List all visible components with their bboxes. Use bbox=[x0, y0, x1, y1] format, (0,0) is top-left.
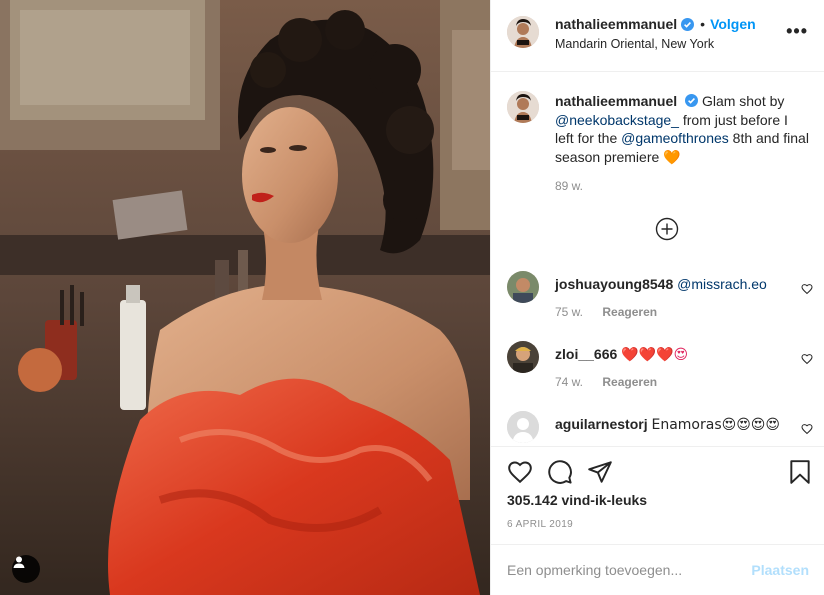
mention-link[interactable]: @missrach.eo bbox=[677, 276, 767, 292]
more-options-icon[interactable]: ••• bbox=[786, 22, 808, 40]
post-comment-button[interactable]: Plaatsen bbox=[751, 562, 809, 578]
location-link[interactable]: Mandarin Oriental, New York bbox=[555, 37, 714, 51]
add-comment-bar: Plaatsen bbox=[491, 544, 824, 595]
comments-list[interactable]: nathalieemmanuel Glam shot by @neekoback… bbox=[491, 73, 824, 446]
mention-link[interactable]: @gameofthrones bbox=[621, 130, 729, 146]
share-icon[interactable] bbox=[587, 459, 613, 485]
user-tag-icon bbox=[13, 556, 25, 568]
verified-badge-icon bbox=[685, 94, 699, 107]
avatar-image bbox=[507, 91, 539, 123]
orange-heart-emoji: 🧡 bbox=[663, 149, 681, 166]
default-avatar-icon bbox=[507, 411, 539, 443]
post-photo[interactable] bbox=[0, 0, 490, 595]
bookmark-icon[interactable] bbox=[787, 459, 813, 485]
heart-icon[interactable] bbox=[801, 423, 813, 435]
post-caption: nathalieemmanuel Glam shot by @neekoback… bbox=[555, 92, 809, 167]
post-date[interactable]: 6 APRIL 2019 bbox=[507, 519, 573, 530]
reply-button[interactable]: Reageren bbox=[602, 305, 657, 319]
comment-username[interactable]: zloi__666 bbox=[555, 346, 617, 362]
comment-body: ❤️❤️❤️😍 bbox=[621, 347, 689, 363]
avatar-image bbox=[507, 16, 539, 48]
comment-avatar[interactable] bbox=[507, 271, 539, 303]
comment-timestamp[interactable]: 75 w. bbox=[555, 305, 583, 319]
comment-input[interactable] bbox=[507, 559, 737, 581]
mention-link[interactable]: @neekobackstage_ bbox=[555, 112, 679, 128]
header-title-line: nathalieemmanuel • Volgen bbox=[555, 16, 756, 32]
avatar-image bbox=[507, 341, 539, 373]
comment-body: Enamoras😍😍😍😍 bbox=[651, 417, 780, 433]
avatar[interactable] bbox=[507, 16, 539, 48]
separator-dot: • bbox=[700, 16, 706, 32]
likes-count[interactable]: 305.142 vind-ik-leuks bbox=[507, 492, 647, 508]
caption-avatar[interactable] bbox=[507, 91, 539, 123]
heart-icon[interactable] bbox=[507, 459, 533, 485]
comment-timestamp[interactable]: 74 w. bbox=[555, 375, 583, 389]
comment-meta: 74 w. Reageren bbox=[555, 375, 657, 389]
comment-text: joshuayoung8548 @missrach.eo bbox=[555, 275, 795, 293]
comment-username[interactable]: aguilarnestorj bbox=[555, 416, 648, 432]
comment-meta: 75 w. Reageren bbox=[555, 305, 657, 319]
reply-button[interactable]: Reageren bbox=[602, 375, 657, 389]
post-actions: 305.142 vind-ik-leuks 6 APRIL 2019 bbox=[491, 446, 824, 544]
caption-username[interactable]: nathalieemmanuel bbox=[555, 93, 677, 109]
post-side-panel: nathalieemmanuel • Volgen Mandarin Orien… bbox=[490, 0, 824, 595]
comment-text: zloi__666 ❤️❤️❤️😍 bbox=[555, 345, 795, 364]
comment-avatar[interactable] bbox=[507, 341, 539, 373]
username-link[interactable]: nathalieemmanuel bbox=[555, 16, 677, 32]
follow-button[interactable]: Volgen bbox=[710, 16, 756, 32]
comment-text: aguilarnestorj Enamoras😍😍😍😍 bbox=[555, 415, 795, 434]
comment-icon[interactable] bbox=[547, 459, 573, 485]
user-tag-button[interactable] bbox=[12, 555, 40, 583]
caption-text: Glam shot by bbox=[701, 93, 785, 109]
comment-username[interactable]: joshuayoung8548 bbox=[555, 276, 673, 292]
verified-badge-icon bbox=[681, 17, 695, 31]
heart-icon[interactable] bbox=[801, 353, 813, 365]
avatar-image bbox=[507, 271, 539, 303]
post-header: nathalieemmanuel • Volgen Mandarin Orien… bbox=[491, 0, 824, 72]
caption-timestamp[interactable]: 89 w. bbox=[555, 179, 583, 193]
portrait-photo bbox=[0, 0, 490, 595]
plus-circle-icon[interactable] bbox=[655, 217, 679, 241]
heart-icon[interactable] bbox=[801, 283, 813, 295]
comment-avatar[interactable] bbox=[507, 411, 539, 443]
